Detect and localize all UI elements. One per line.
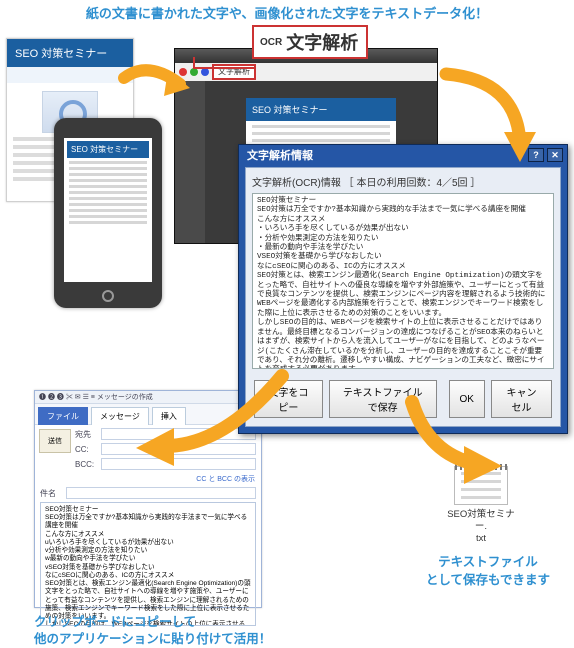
ok-button[interactable]: OK xyxy=(449,380,485,418)
doc-title: SEO 対策セミナー xyxy=(7,39,133,67)
ocr-result-textarea[interactable] xyxy=(252,193,554,369)
close-icon[interactable]: ✕ xyxy=(547,148,563,162)
subject-field[interactable] xyxy=(66,487,256,499)
phone-doc-title: SEO 対策セミナー xyxy=(67,141,149,158)
tab-message[interactable]: メッセージ xyxy=(91,407,149,425)
cc-bcc-link[interactable]: CC と BCC の表示 xyxy=(35,473,261,487)
ocr-callout: OCR 文字解析 xyxy=(252,25,368,59)
help-icon[interactable]: ? xyxy=(528,148,544,162)
dialog-titlebar: 文字解析情報 ? ✕ xyxy=(239,145,567,167)
tab-insert[interactable]: 挿入 xyxy=(152,407,186,425)
text-file-icon: SEO対策セミナー. txt xyxy=(444,466,518,538)
home-button-icon xyxy=(102,290,114,302)
smartphone: SEO 対策セミナー xyxy=(54,118,162,308)
ocr-small: OCR xyxy=(260,37,282,48)
cancel-button[interactable]: キャンセル xyxy=(491,380,552,418)
to-label: 宛先 xyxy=(75,429,101,440)
cc-field[interactable] xyxy=(101,443,256,455)
dot-icon xyxy=(190,68,198,76)
send-button[interactable]: 送信 xyxy=(39,429,71,453)
bcc-field[interactable] xyxy=(101,458,256,470)
dialog-header: 文字解析(OCR)情報 ［ 本日の利用回数：4／5回 ］ xyxy=(252,174,554,189)
ocr-info-dialog: 文字解析情報 ? ✕ 文字解析(OCR)情報 ［ 本日の利用回数：4／5回 ］ … xyxy=(238,144,568,434)
mail-body-text[interactable]: SEO対策セミナー SEO対策は万全ですか?基本知識から実践的な手法まで一気に学… xyxy=(40,502,256,626)
headline: 紙の文書に書かれた文字や、画像化された文字をテキストデータ化！ xyxy=(0,3,574,22)
ocr-leader-line xyxy=(193,57,255,69)
cc-label: CC: xyxy=(75,445,101,454)
bcc-label: BCC: xyxy=(75,460,101,469)
to-field[interactable] xyxy=(101,428,256,440)
textfile-caption: テキストファイル として保存もできます xyxy=(418,554,558,589)
subject-label: 件名 xyxy=(40,488,66,499)
mail-menubar: ❶ ❷ ❸ ✂ ✉ ☰ ≡ メッセージの作成 xyxy=(35,391,261,404)
dot-icon xyxy=(201,68,209,76)
copy-text-button[interactable]: 文字をコピー xyxy=(254,380,323,418)
thumbnail-sidebar xyxy=(175,81,205,243)
tab-file[interactable]: ファイル xyxy=(38,407,88,425)
clipboard-caption: クリップボードにコピーして 他のアプリケーションに貼り付けて活用！ xyxy=(34,614,271,648)
file-name: SEO対策セミナー. txt xyxy=(444,509,518,545)
dot-icon xyxy=(179,68,187,76)
mail-compose-window: ❶ ❷ ❸ ✂ ✉ ☰ ≡ メッセージの作成 ファイル メッセージ 挿入 送信 … xyxy=(34,390,262,608)
mail-ribbon-tabs: ファイル メッセージ 挿入 xyxy=(35,404,261,425)
spiral-binding-icon xyxy=(455,464,507,470)
save-text-button[interactable]: テキストファイルで保存 xyxy=(329,380,437,418)
ocr-big: 文字解析 xyxy=(286,29,358,55)
canvas-page-title: SEO 対策セミナー xyxy=(246,98,396,121)
dialog-title-text: 文字解析情報 xyxy=(247,150,313,162)
